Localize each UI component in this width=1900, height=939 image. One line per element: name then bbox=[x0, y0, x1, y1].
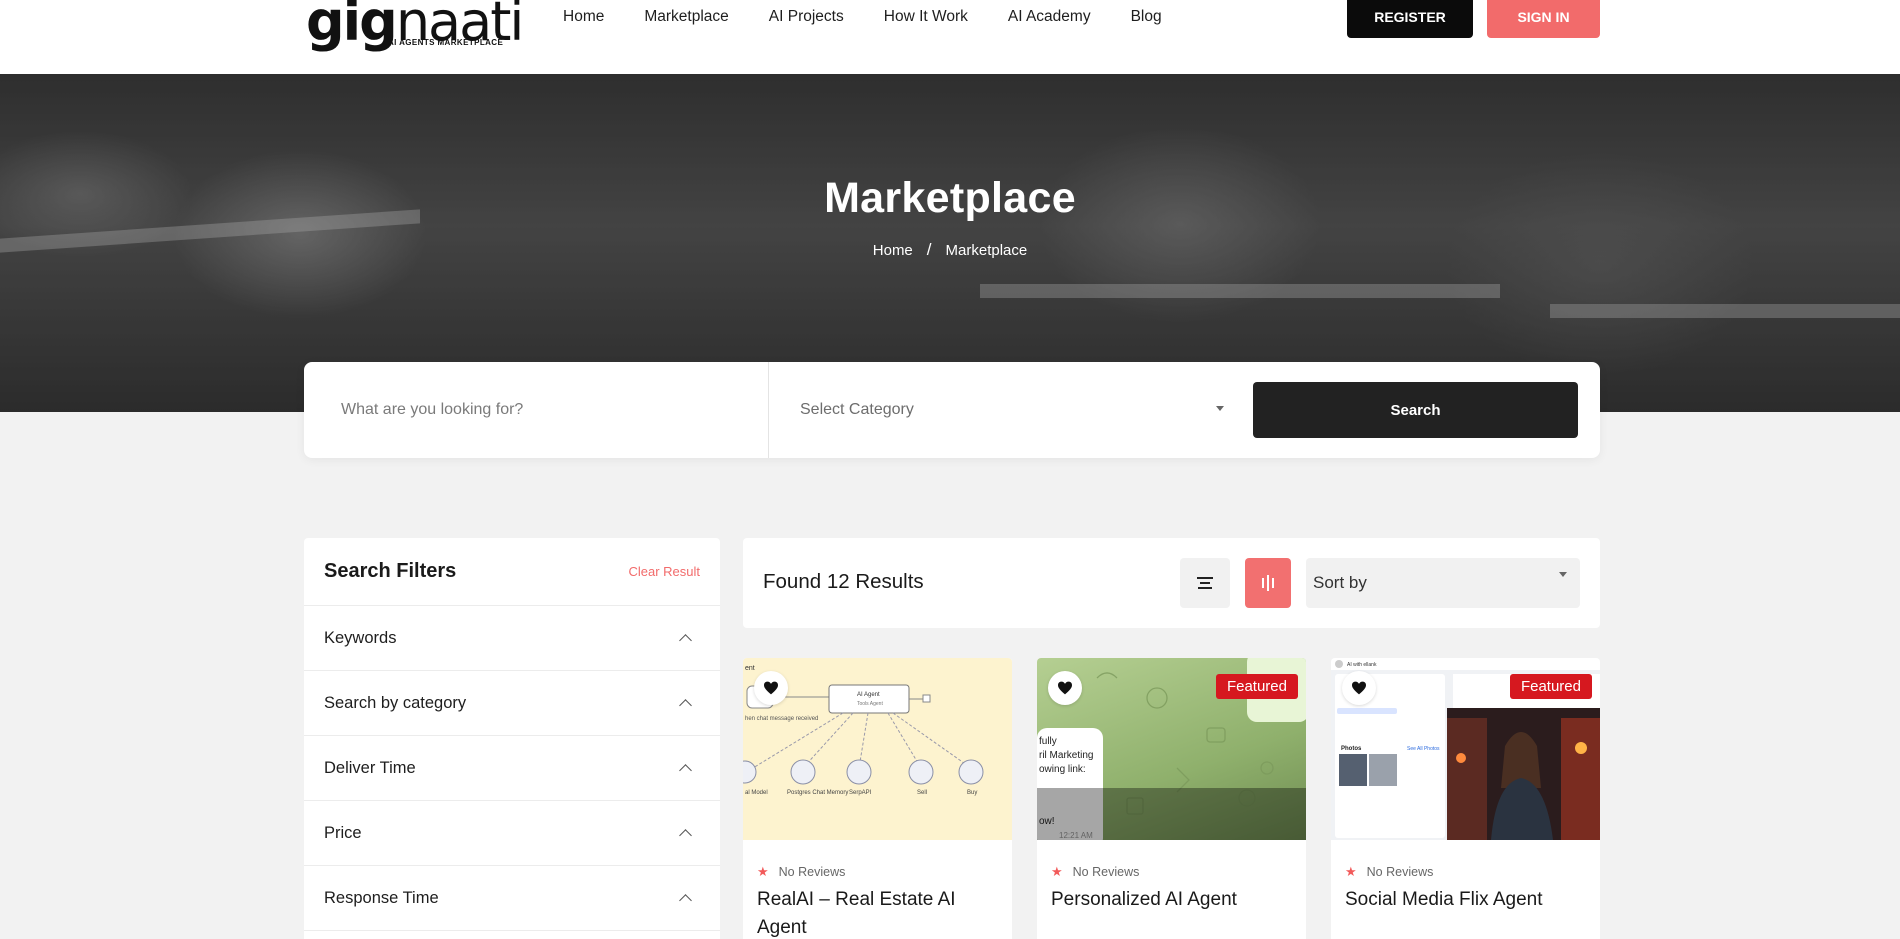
breadcrumb-current: Marketplace bbox=[945, 242, 1028, 259]
clear-result-link[interactable]: Clear Result bbox=[628, 564, 700, 579]
featured-badge: Featured bbox=[1215, 674, 1298, 699]
svg-text:ent: ent bbox=[745, 665, 755, 672]
caret-down-icon bbox=[1559, 572, 1567, 577]
card-title[interactable]: Social Media Flix Agent bbox=[1345, 886, 1590, 914]
category-select[interactable]: Select Category bbox=[770, 362, 1250, 458]
card-rating: ★ No Reviews bbox=[757, 864, 845, 880]
svg-text:hen chat message received: hen chat message received bbox=[745, 716, 818, 722]
breadcrumb: Home / Marketplace bbox=[0, 240, 1900, 260]
breadcrumb-home[interactable]: Home bbox=[873, 242, 913, 260]
card-title[interactable]: Personalized AI Agent bbox=[1051, 886, 1296, 914]
filter-label: Price bbox=[324, 823, 362, 842]
site-header: gignaati AI AGENTS MARKETPLACE Home Mark… bbox=[0, 0, 1900, 74]
svg-text:fully: fully bbox=[1039, 736, 1057, 747]
star-icon: ★ bbox=[1051, 864, 1063, 879]
nav-marketplace[interactable]: Marketplace bbox=[644, 8, 728, 26]
sort-label: Sort by bbox=[1313, 573, 1367, 592]
svg-text:Tools Agent: Tools Agent bbox=[857, 701, 883, 707]
filter-response-time[interactable]: Response Time bbox=[304, 866, 720, 931]
favorite-button[interactable] bbox=[754, 671, 788, 705]
results-toolbar: Found 12 Results Sort by bbox=[743, 538, 1600, 628]
search-filters-panel: Search Filters Clear Result Keywords Sea… bbox=[304, 538, 720, 939]
product-card[interactable]: AI with ellank Photos See All Photos Fea… bbox=[1331, 658, 1600, 939]
rating-text: No Reviews bbox=[1366, 865, 1434, 879]
page-title: Marketplace bbox=[824, 174, 1076, 222]
product-card[interactable]: fully ril Marketing owing link: ow! 12:2… bbox=[1037, 658, 1306, 939]
svg-text:Sell: Sell bbox=[917, 790, 927, 796]
logo[interactable]: gignaati AI AGENTS MARKETPLACE bbox=[306, 0, 524, 53]
svg-text:owing link:: owing link: bbox=[1039, 764, 1086, 775]
nav-blog[interactable]: Blog bbox=[1131, 8, 1162, 26]
chevron-up-icon bbox=[679, 699, 692, 712]
category-select-label: Select Category bbox=[800, 401, 914, 418]
card-rating: ★ No Reviews bbox=[1345, 864, 1433, 880]
star-icon: ★ bbox=[1345, 864, 1357, 879]
filter-keywords[interactable]: Keywords bbox=[304, 606, 720, 671]
svg-text:al Model: al Model bbox=[745, 790, 768, 796]
filter-label: Deliver Time bbox=[324, 758, 416, 777]
filter-label: Keywords bbox=[324, 628, 397, 647]
chevron-up-icon bbox=[679, 764, 692, 777]
list-view-button[interactable] bbox=[1180, 558, 1230, 608]
svg-text:Photos: Photos bbox=[1341, 746, 1362, 752]
filters-title: Search Filters bbox=[324, 560, 457, 582]
rating-text: No Reviews bbox=[1072, 865, 1140, 879]
sort-select[interactable]: Sort by bbox=[1306, 558, 1580, 608]
card-title[interactable]: RealAI – Real Estate AI Agent bbox=[757, 886, 1002, 939]
filter-deliver-time[interactable]: Deliver Time bbox=[304, 736, 720, 801]
card-rating: ★ No Reviews bbox=[1051, 864, 1139, 880]
nav-how-it-work[interactable]: How It Work bbox=[884, 8, 968, 26]
nav-ai-academy[interactable]: AI Academy bbox=[1008, 8, 1091, 26]
svg-text:ril Marketing: ril Marketing bbox=[1039, 750, 1093, 761]
search-input[interactable] bbox=[304, 362, 769, 458]
chevron-up-icon bbox=[679, 634, 692, 647]
filter-search-by-category[interactable]: Search by category bbox=[304, 671, 720, 736]
star-icon: ★ bbox=[757, 864, 769, 879]
heart-icon bbox=[764, 681, 778, 695]
heart-icon bbox=[1352, 681, 1366, 695]
logo-tagline: AI AGENTS MARKETPLACE bbox=[388, 38, 504, 47]
signin-button[interactable]: SIGN IN bbox=[1487, 0, 1600, 38]
filter-price[interactable]: Price bbox=[304, 801, 720, 866]
svg-text:Buy: Buy bbox=[967, 790, 977, 796]
results-count: Found 12 Results bbox=[763, 570, 924, 593]
logo-main-text: gig bbox=[306, 0, 398, 53]
filter-label: Response Time bbox=[324, 888, 439, 907]
filter-label: Search by category bbox=[324, 693, 467, 712]
list-view-icon bbox=[1197, 577, 1213, 589]
nav-ai-projects[interactable]: AI Projects bbox=[769, 8, 844, 26]
rating-text: No Reviews bbox=[778, 865, 846, 879]
svg-text:See All Photos: See All Photos bbox=[1407, 746, 1440, 752]
search-button[interactable]: Search bbox=[1253, 382, 1578, 438]
search-bar: Select Category Search bbox=[304, 362, 1600, 458]
filters-header: Search Filters Clear Result bbox=[304, 538, 720, 606]
grid-view-button[interactable] bbox=[1245, 558, 1291, 608]
featured-badge: Featured bbox=[1509, 674, 1592, 699]
svg-text:AI with ellank: AI with ellank bbox=[1347, 662, 1377, 668]
svg-text:Postgres Chat Memory: Postgres Chat Memory bbox=[787, 790, 848, 796]
register-button[interactable]: REGISTER bbox=[1347, 0, 1473, 38]
heart-icon bbox=[1058, 681, 1072, 695]
favorite-button[interactable] bbox=[1342, 671, 1376, 705]
favorite-button[interactable] bbox=[1048, 671, 1082, 705]
nav-home[interactable]: Home bbox=[563, 8, 604, 26]
product-card[interactable]: ent hen chat message received AI Agent T… bbox=[743, 658, 1012, 939]
svg-text:AI Agent: AI Agent bbox=[857, 692, 880, 698]
chevron-up-icon bbox=[679, 894, 692, 907]
chevron-up-icon bbox=[679, 829, 692, 842]
caret-down-icon bbox=[1216, 406, 1224, 411]
svg-text:SerpAPI: SerpAPI bbox=[849, 790, 872, 796]
grid-view-icon bbox=[1262, 575, 1274, 591]
breadcrumb-separator: / bbox=[926, 240, 932, 259]
main-nav: Home Marketplace AI Projects How It Work… bbox=[563, 8, 1202, 26]
